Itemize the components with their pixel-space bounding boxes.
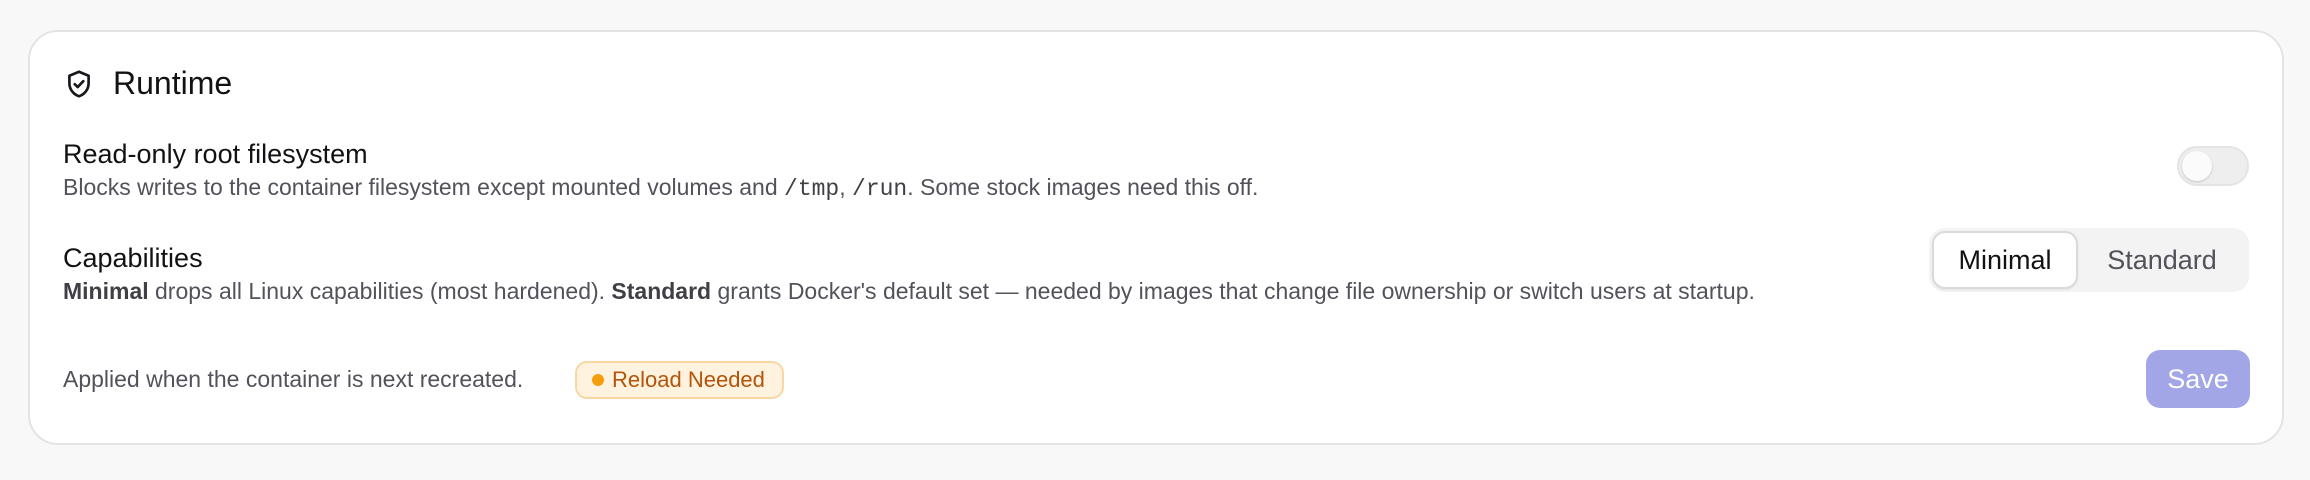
save-button[interactable]: Save	[2146, 350, 2250, 408]
badge-label: Reload Needed	[612, 367, 765, 392]
capabilities-segmented-control: Minimal Standard	[1929, 228, 2249, 292]
desc-text: Blocks writes to the container filesyste…	[63, 174, 785, 200]
readonly-fs-description: Blocks writes to the container filesyste…	[63, 171, 2249, 205]
standard-term: Standard	[611, 278, 712, 304]
capabilities-title: Capabilities	[63, 243, 203, 273]
minimal-option-button[interactable]: Minimal	[1932, 231, 2078, 289]
readonly-fs-toggle[interactable]	[2177, 146, 2249, 186]
minimal-desc: drops all Linux capabilities (most harde…	[148, 278, 612, 304]
tmp-path: /tmp	[784, 176, 840, 202]
shield-check-icon	[63, 68, 95, 100]
run-path: /run	[852, 176, 908, 202]
desc-text-end: . Some stock images need this off.	[907, 174, 1259, 200]
runtime-settings-card: Runtime Read-only root filesystem Blocks…	[28, 30, 2284, 445]
minimal-term: Minimal	[63, 278, 149, 304]
section-header: Runtime	[63, 65, 232, 102]
readonly-fs-row: Read-only root filesystem Blocks writes …	[63, 137, 2249, 205]
readonly-fs-title: Read-only root filesystem	[63, 139, 368, 169]
section-title: Runtime	[113, 65, 233, 101]
toggle-knob	[2182, 151, 2212, 181]
reload-needed-badge: Reload Needed	[575, 361, 784, 399]
standard-option-button[interactable]: Standard	[2078, 231, 2246, 289]
status-dot-icon	[592, 374, 604, 386]
capabilities-row: Capabilities Minimal drops all Linux cap…	[63, 228, 2249, 307]
apply-note: Applied when the container is next recre…	[63, 366, 524, 392]
standard-desc: grants Docker's default set — needed by …	[711, 278, 1755, 304]
capabilities-description: Minimal drops all Linux capabilities (mo…	[63, 275, 2249, 307]
desc-separator: ,	[839, 174, 853, 200]
